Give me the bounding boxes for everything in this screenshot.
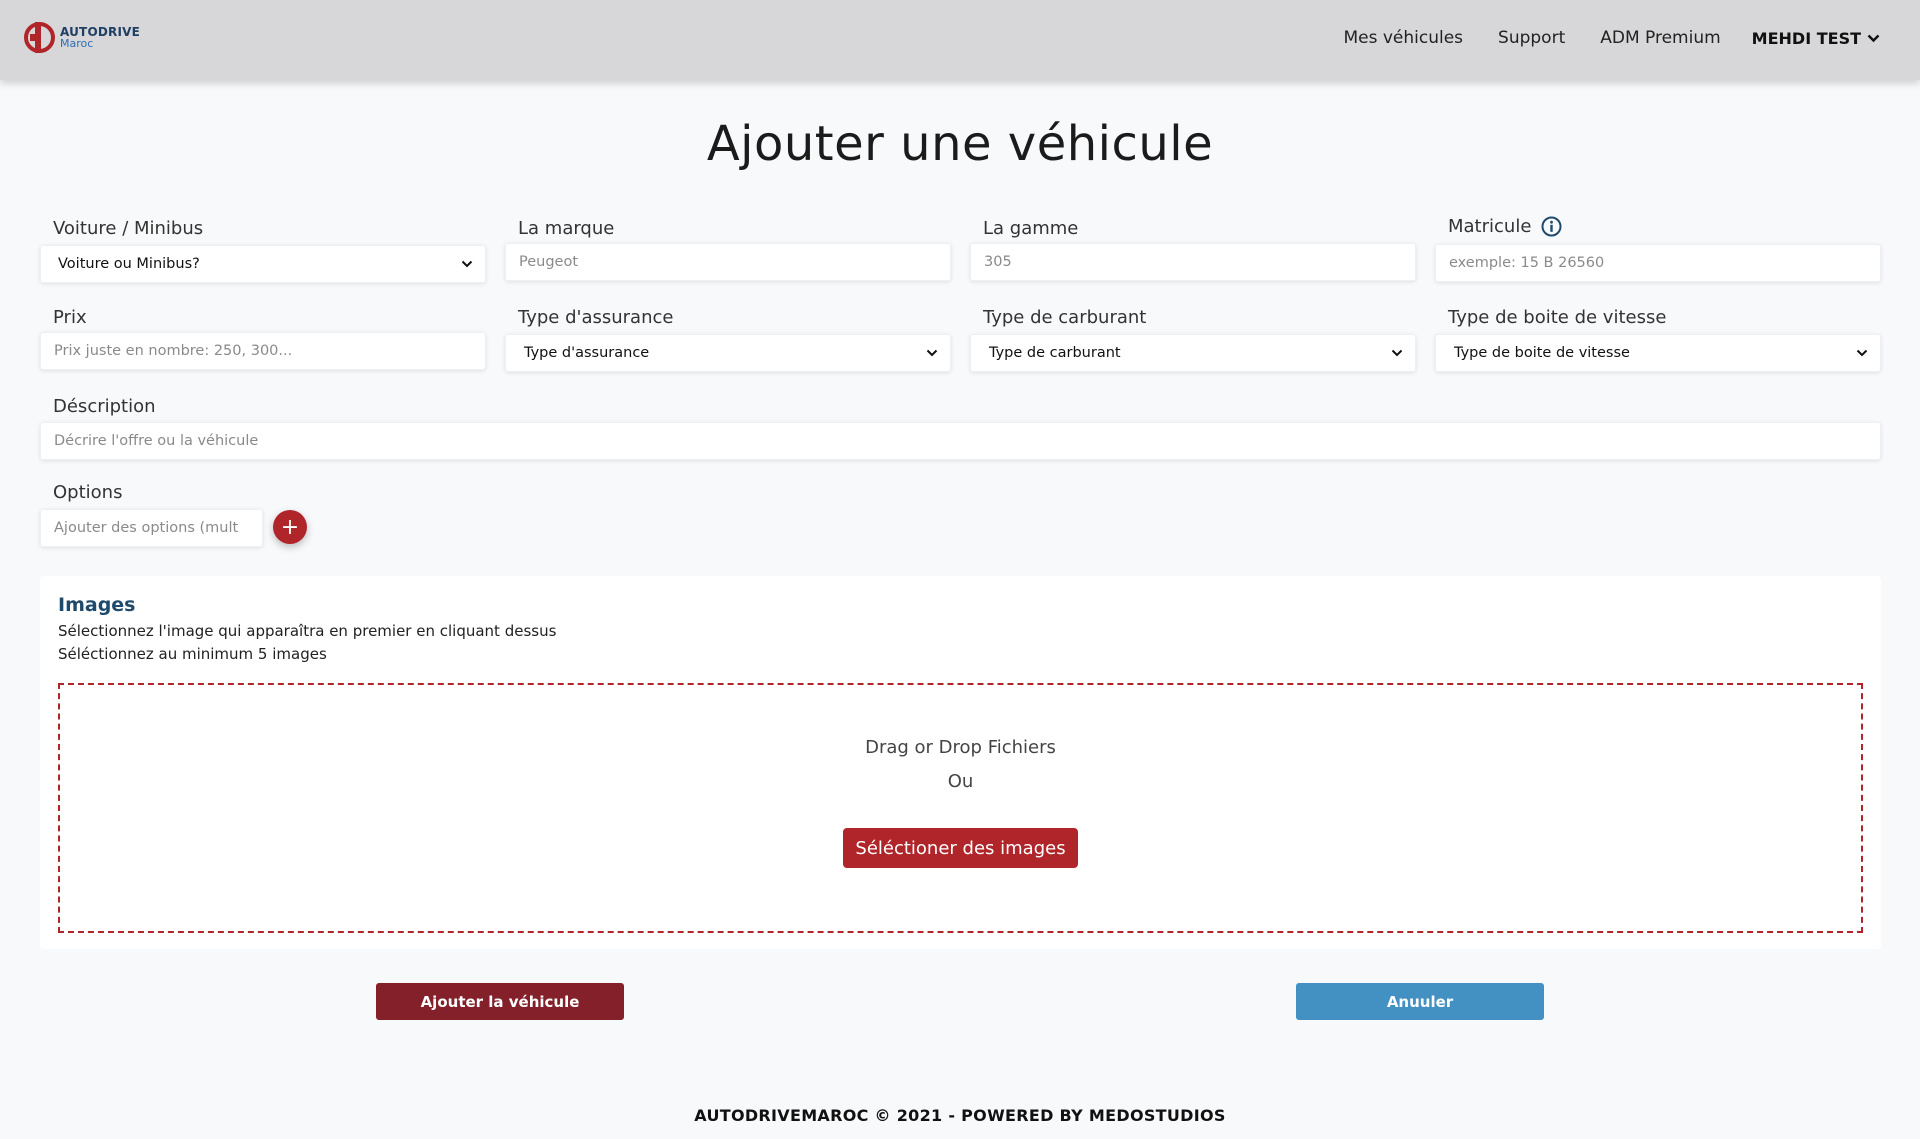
logo-brand: AUTODRIVE bbox=[60, 24, 140, 39]
add-option-button[interactable]: + bbox=[273, 510, 307, 544]
range-field: La gamme bbox=[970, 216, 1416, 281]
options-input-wrap bbox=[40, 509, 263, 547]
fuel-select[interactable]: Type de carburant bbox=[970, 334, 1416, 372]
insurance-label: Type d'assurance bbox=[518, 306, 674, 328]
select-images-button[interactable]: Séléctioner des images bbox=[843, 828, 1078, 868]
vehicle-type-field: Voiture / Minibus Voiture ou Minibus? bbox=[40, 216, 486, 283]
brand-input[interactable] bbox=[519, 254, 938, 270]
images-title: Images bbox=[58, 594, 136, 616]
vehicle-type-select[interactable]: Voiture ou Minibus? bbox=[40, 245, 486, 283]
description-label: Déscription bbox=[53, 395, 156, 417]
vehicle-type-value: Voiture ou Minibus? bbox=[58, 256, 200, 272]
options-input[interactable] bbox=[54, 520, 250, 536]
range-input-wrap bbox=[970, 243, 1416, 281]
navbar: AUTODRIVE Maroc Mes véhicules Support AD… bbox=[0, 0, 1920, 80]
nav-mes-vehicules[interactable]: Mes véhicules bbox=[1343, 28, 1463, 48]
brand-label: La marque bbox=[518, 217, 615, 239]
gearbox-label: Type de boite de vitesse bbox=[1448, 306, 1667, 328]
footer: AUTODRIVEMAROC © 2021 - POWERED BY MEDOS… bbox=[694, 1106, 1226, 1125]
range-label: La gamme bbox=[983, 217, 1079, 239]
images-hint-minimum: Séléctionnez au minimum 5 images bbox=[58, 645, 327, 663]
plate-label-row: Matricule bbox=[1435, 214, 1881, 238]
logo-sub: Maroc bbox=[60, 36, 94, 50]
logo-icon bbox=[24, 22, 55, 53]
description-input-wrap bbox=[40, 422, 1881, 460]
dropzone-or: Ou bbox=[947, 771, 974, 792]
price-input[interactable] bbox=[54, 343, 473, 359]
gearbox-field: Type de boite de vitesse Type de boite d… bbox=[1435, 305, 1881, 372]
chevron-down-icon bbox=[926, 349, 938, 357]
images-section: Images Sélectionnez l'image qui apparaît… bbox=[40, 576, 1881, 949]
gearbox-select[interactable]: Type de boite de vitesse bbox=[1435, 334, 1881, 372]
chevron-down-icon bbox=[1856, 349, 1868, 357]
chevron-down-icon bbox=[1391, 349, 1403, 357]
page-title: Ajouter une véhicule bbox=[706, 116, 1214, 172]
chevron-down-icon bbox=[461, 260, 473, 268]
vehicle-type-label: Voiture / Minibus bbox=[53, 217, 204, 239]
insurance-value: Type d'assurance bbox=[524, 345, 650, 361]
chevron-down-icon bbox=[1867, 34, 1880, 42]
brand-input-wrap bbox=[505, 243, 951, 281]
nav-adm-premium[interactable]: ADM Premium bbox=[1600, 28, 1720, 48]
gearbox-value: Type de boite de vitesse bbox=[1454, 345, 1630, 361]
range-input[interactable] bbox=[984, 254, 1403, 270]
description-field: Déscription bbox=[40, 394, 1881, 460]
image-dropzone[interactable]: Drag or Drop Fichiers Ou Séléctioner des… bbox=[58, 683, 1863, 933]
plus-icon: + bbox=[280, 514, 300, 540]
cancel-button[interactable]: Anuuler bbox=[1296, 983, 1544, 1020]
price-label: Prix bbox=[53, 306, 87, 328]
fuel-field: Type de carburant Type de carburant bbox=[970, 305, 1416, 372]
add-vehicle-button[interactable]: Ajouter la véhicule bbox=[376, 983, 624, 1020]
logo-text: AUTODRIVE Maroc bbox=[60, 26, 140, 50]
options-label: Options bbox=[53, 481, 123, 503]
price-field: Prix bbox=[40, 305, 486, 370]
user-name: MEHDI TEST bbox=[1751, 28, 1861, 48]
insurance-field: Type d'assurance Type d'assurance bbox=[505, 305, 951, 372]
plate-input[interactable] bbox=[1449, 255, 1868, 271]
fuel-label: Type de carburant bbox=[983, 306, 1147, 328]
fuel-value: Type de carburant bbox=[989, 345, 1121, 361]
brand-logo[interactable]: AUTODRIVE Maroc bbox=[24, 22, 140, 53]
insurance-select[interactable]: Type d'assurance bbox=[505, 334, 951, 372]
options-field: Options + bbox=[40, 480, 360, 547]
images-hint-first: Sélectionnez l'image qui apparaîtra en p… bbox=[58, 622, 557, 640]
price-input-wrap bbox=[40, 332, 486, 370]
dropzone-text: Drag or Drop Fichiers bbox=[865, 737, 1056, 758]
nav-support[interactable]: Support bbox=[1498, 28, 1565, 48]
main-nav: Mes véhicules Support ADM Premium MEHDI … bbox=[1308, 28, 1880, 48]
user-menu[interactable]: MEHDI TEST bbox=[1752, 29, 1880, 48]
info-icon[interactable] bbox=[1541, 216, 1562, 237]
description-input[interactable] bbox=[54, 433, 1868, 449]
brand-field: La marque bbox=[505, 216, 951, 281]
plate-label: Matricule bbox=[1448, 215, 1532, 237]
plate-field: Matricule bbox=[1435, 214, 1881, 282]
plate-input-wrap bbox=[1435, 244, 1881, 282]
